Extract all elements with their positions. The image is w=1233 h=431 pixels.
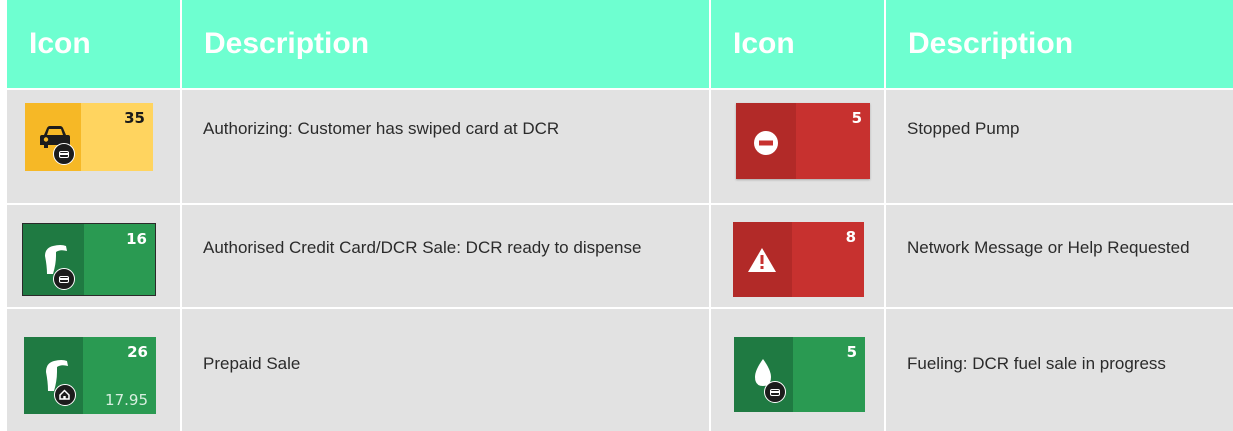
header-icon-right: Icon (711, 0, 884, 88)
warning-icon (747, 246, 777, 279)
description-authorizing: Authorizing: Customer has swiped card at… (203, 119, 560, 138)
card-badge-icon (53, 143, 75, 165)
pump-number: 26 (127, 343, 148, 361)
description-fueling: Fueling: DCR fuel sale in progress (907, 354, 1166, 373)
prepaid-amount: 17.95 (105, 391, 148, 409)
pump-number: 16 (126, 230, 147, 248)
pump-tile-prepaid: 26 17.95 (24, 337, 156, 414)
pump-tile-authorizing: 35 (25, 103, 153, 171)
description-prepaid: Prepaid Sale (203, 354, 301, 373)
stop-icon (753, 130, 779, 161)
pump-number: 35 (124, 109, 145, 127)
card-badge-icon (53, 268, 75, 290)
pump-tile-stopped: 5 (736, 103, 870, 179)
pump-number: 5 (846, 343, 857, 361)
description-warning: Network Message or Help Requested (907, 238, 1190, 257)
header-description-left: Description (182, 0, 709, 88)
pump-number: 8 (845, 228, 856, 246)
pump-tile-authorised: 16 (22, 223, 156, 296)
description-authorised: Authorised Credit Card/DCR Sale: DCR rea… (203, 238, 642, 257)
pump-tile-fueling: 5 (734, 337, 865, 412)
pump-number: 5 (851, 109, 862, 127)
prepaid-badge-icon (54, 384, 76, 406)
description-stopped: Stopped Pump (907, 119, 1020, 138)
header-description-right: Description (886, 0, 1233, 88)
header-icon-left: Icon (7, 0, 180, 88)
pump-tile-warning: 8 (733, 222, 864, 297)
card-badge-icon (764, 381, 786, 403)
